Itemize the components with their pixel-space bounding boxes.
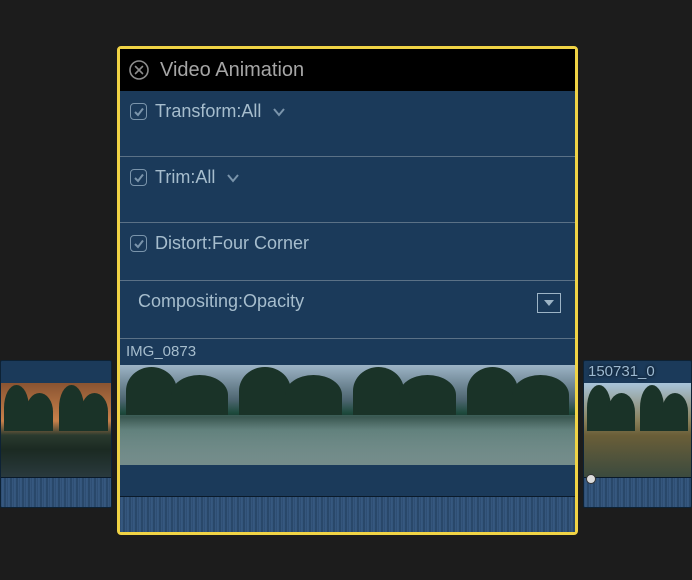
timeline-clip-left[interactable] bbox=[0, 360, 112, 508]
checkbox-transform[interactable] bbox=[130, 103, 147, 120]
effect-row-transform[interactable]: Transform:All bbox=[120, 91, 575, 157]
effect-row-distort[interactable]: Distort:Four Corner bbox=[120, 223, 575, 281]
panel-header: Video Animation bbox=[120, 49, 575, 91]
effect-label: Transform:All bbox=[155, 101, 261, 122]
expand-down-icon[interactable] bbox=[537, 293, 561, 313]
video-animation-panel: Video Animation Transform:All Trim:All bbox=[117, 46, 578, 535]
panel-title: Video Animation bbox=[160, 59, 304, 82]
chevron-down-icon[interactable] bbox=[271, 106, 287, 118]
effect-label: Distort:Four Corner bbox=[155, 233, 309, 254]
audio-waveform bbox=[120, 496, 575, 532]
effect-row-compositing[interactable]: Compositing:Opacity bbox=[120, 281, 575, 339]
timeline-clip-right[interactable]: 150731_0 bbox=[583, 360, 692, 508]
effect-label: Compositing:Opacity bbox=[138, 291, 304, 312]
clip-label: IMG_0873 bbox=[126, 343, 196, 360]
panel-clip[interactable]: IMG_0873 bbox=[120, 339, 575, 532]
clip-label: 150731_0 bbox=[588, 363, 655, 380]
audio-marker-icon bbox=[586, 474, 596, 484]
effect-label: Trim:All bbox=[155, 167, 215, 188]
close-icon[interactable] bbox=[128, 59, 150, 81]
checkbox-trim[interactable] bbox=[130, 169, 147, 186]
effect-row-trim[interactable]: Trim:All bbox=[120, 157, 575, 223]
checkbox-distort[interactable] bbox=[130, 235, 147, 252]
chevron-down-icon[interactable] bbox=[225, 172, 241, 184]
